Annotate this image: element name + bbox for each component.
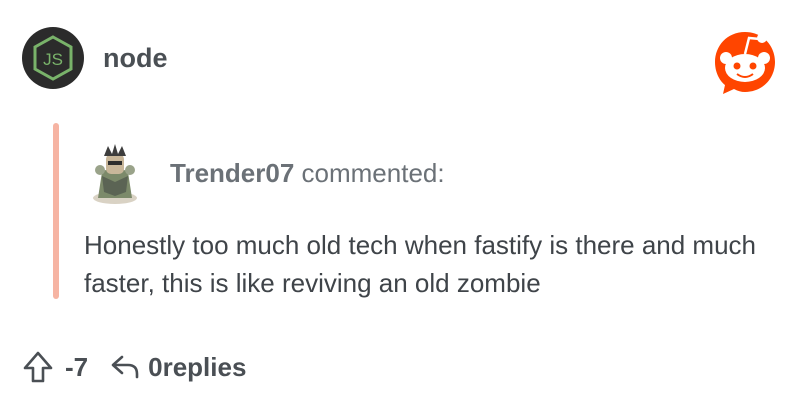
vote-score: -7 [65, 351, 89, 382]
comment-action-text: commented: [301, 157, 445, 188]
comment-body: Honestly too much old tech when fastify … [84, 230, 757, 298]
user-avatar[interactable] [88, 142, 142, 204]
nodejs-logo-icon: JS [33, 35, 73, 81]
post-header: JS node [22, 27, 168, 89]
subreddit-icon[interactable]: JS [22, 27, 84, 89]
comment-actions: -7 0replies [22, 350, 246, 384]
comment-attribution: Trender07 commented: [170, 158, 445, 189]
comment-quote-bar [53, 123, 59, 299]
comment-author-row: Trender07 commented: [88, 142, 445, 204]
reddit-logo-icon [715, 32, 775, 94]
nodejs-logo-text: JS [43, 50, 63, 69]
upvote-arrow-icon[interactable] [22, 350, 54, 384]
comment-author-name[interactable]: Trender07 [170, 158, 294, 188]
subreddit-name[interactable]: node [103, 43, 168, 74]
replies-count[interactable]: 0replies [148, 352, 246, 383]
reply-icon[interactable] [110, 354, 140, 380]
